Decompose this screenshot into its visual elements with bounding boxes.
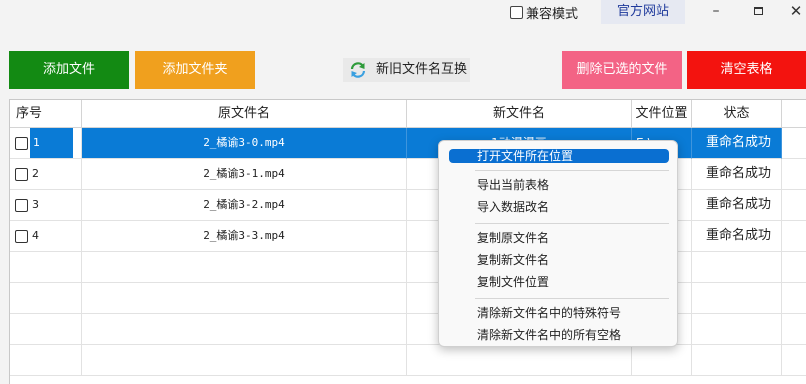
menu-clear-special-chars[interactable]: 清除新文件名中的特殊符号 [449,303,669,323]
header-index[interactable]: 序号 [10,100,82,128]
file-table[interactable]: 序号 原文件名 新文件名 文件位置 状态 1 2_橘谕3-0.mp4 1动漫漫画… [9,99,806,384]
empty-row [10,283,806,314]
menu-import-rename[interactable]: 导入数据改名 [449,197,669,217]
menu-separator [475,298,669,299]
menu-clear-spaces[interactable]: 清除新文件名中的所有空格 [449,325,669,345]
swap-names-button[interactable]: 新旧文件名互换 [343,58,470,82]
empty-row [10,314,806,345]
menu-copy-new-name[interactable]: 复制新文件名 [449,250,669,270]
swap-names-label: 新旧文件名互换 [376,62,468,77]
menu-separator [475,223,669,224]
menu-open-location[interactable]: 打开文件所在位置 [449,149,669,163]
checkbox-box[interactable] [510,6,523,19]
header-status[interactable]: 状态 [692,100,782,128]
compat-mode-checkbox[interactable]: 兼容模式 [510,3,578,22]
menu-export-table[interactable]: 导出当前表格 [449,175,669,195]
clear-table-button[interactable]: 清空表格 [687,51,806,89]
menu-copy-original-name[interactable]: 复制原文件名 [449,228,669,248]
table-row[interactable]: 1 2_橘谕3-0.mp4 1动漫漫画 E:\ 重命名成功 [10,128,806,159]
empty-row [10,345,806,376]
status-cell: 重命名成功 [692,128,782,159]
original-name-cell[interactable]: 2_橘谕3-2.mp4 [82,190,407,221]
header-location[interactable]: 文件位置 [632,100,692,128]
menu-separator [475,170,669,171]
add-folder-button[interactable]: 添加文件夹 [135,51,255,89]
original-name-cell[interactable]: 2_橘谕3-0.mp4 [82,128,407,159]
minimize-icon[interactable]: – [696,0,736,24]
context-menu: 打开文件所在位置 导出当前表格 导入数据改名 复制原文件名 复制新文件名 复制文… [438,140,678,347]
row-checkbox[interactable] [15,136,28,150]
status-cell: 重命名成功 [692,190,782,221]
header-original-name[interactable]: 原文件名 [82,100,407,128]
close-icon[interactable]: ✕ [776,0,806,24]
table-header: 序号 原文件名 新文件名 文件位置 状态 [10,100,806,131]
table-row[interactable]: 3 2_橘谕3-2.mp4 重命名成功 [10,190,806,221]
row-index: 3 [32,198,39,211]
header-filler [782,100,806,128]
table-row[interactable]: 2 2_橘谕3-1.mp4 重命名成功 [10,159,806,190]
maximize-icon[interactable] [738,0,778,24]
row-checkbox[interactable] [15,198,28,212]
row-checkbox[interactable] [15,167,28,181]
status-cell: 重命名成功 [692,221,782,252]
refresh-swap-icon [350,62,366,78]
add-file-button[interactable]: 添加文件 [9,51,129,89]
official-website-button[interactable]: 官方网站 [601,0,685,24]
status-cell: 重命名成功 [692,159,782,190]
menu-copy-location[interactable]: 复制文件位置 [449,272,669,292]
original-name-cell[interactable]: 2_橘谕3-1.mp4 [82,159,407,190]
table-row[interactable]: 4 2_橘谕3-3.mp4 重命名成功 [10,221,806,252]
row-index: 4 [32,229,39,242]
row-checkbox[interactable] [15,229,28,243]
title-bar: 兼容模式 官方网站 – ✕ [0,0,806,26]
row-index: 2 [32,167,39,180]
original-name-cell[interactable]: 2_橘谕3-3.mp4 [82,221,407,252]
row-index: 1 [30,128,73,158]
delete-selected-button[interactable]: 删除已选的文件 [562,51,682,89]
empty-row [10,252,806,283]
header-new-name[interactable]: 新文件名 [407,100,632,128]
compat-mode-label: 兼容模式 [526,7,579,22]
